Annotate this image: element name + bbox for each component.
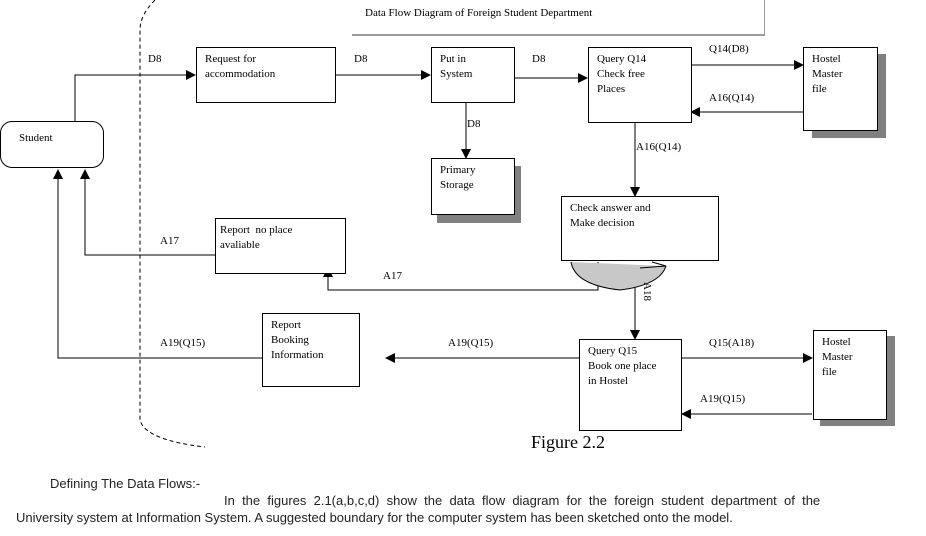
flow-label: A17 xyxy=(160,235,179,247)
flow-label: D8 xyxy=(467,118,481,130)
node-line: Check free xyxy=(597,68,645,80)
flow-check-to-report-no-place xyxy=(323,262,599,291)
store-hostel-master-file-1: Hostel Master file xyxy=(803,47,878,131)
node-line: Booking xyxy=(271,334,309,346)
node-line: Check answer and xyxy=(570,202,651,214)
flow-label: A17 xyxy=(383,270,402,282)
node-line: Places xyxy=(597,83,626,95)
process-check-answer: Check answer and Make decision xyxy=(561,196,719,261)
student-label: Student xyxy=(19,132,53,144)
node-line: Master xyxy=(812,68,843,80)
node-line: Put in xyxy=(440,53,466,65)
process-query-q15: Query Q15 Book one place in Hostel xyxy=(579,339,682,431)
node-line: in Hostel xyxy=(588,375,629,387)
node-line: Make decision xyxy=(570,217,635,229)
flow-label: A19(Q15) xyxy=(160,337,206,349)
entity-student: Student xyxy=(0,121,104,168)
node-line: Master xyxy=(822,351,853,363)
process-query-q14: Query Q14 Check free Places xyxy=(588,47,692,123)
node-line: System xyxy=(440,68,473,80)
node-line: Request for xyxy=(205,53,257,65)
node-line: Query Q14 xyxy=(597,53,647,65)
node-line: accommodation xyxy=(205,68,276,80)
node-line: Storage xyxy=(440,179,474,191)
paragraph-line-2: University system at Information System.… xyxy=(16,510,733,525)
flow-report-no-place-to-student xyxy=(80,169,215,256)
flow-label: A16(Q14) xyxy=(709,92,755,104)
flow-label: D8 xyxy=(532,53,546,65)
process-report-booking: Report Booking Information xyxy=(262,313,360,387)
node-line: Information xyxy=(271,349,324,361)
node-line: Report xyxy=(271,319,301,331)
flow-label: A18 xyxy=(641,282,653,301)
figure-caption: Figure 2.2 xyxy=(531,432,605,452)
node-line: Query Q15 xyxy=(588,345,638,357)
flow-label: A19(Q15) xyxy=(700,393,746,405)
store-hostel-master-file-2: Hostel Master file xyxy=(813,330,887,420)
process-report-no-place: Report no place avaliable xyxy=(215,218,346,274)
node-line: Report no place xyxy=(220,224,293,236)
node-line: Primary xyxy=(440,164,476,176)
node-line: Book one place xyxy=(588,360,657,372)
process-request-accommodation: Request for accommodation xyxy=(196,47,336,103)
process-put-in-system: Put in System xyxy=(431,47,515,103)
node-line: avaliable xyxy=(220,239,260,251)
section-heading: Defining The Data Flows:- xyxy=(50,476,201,491)
flow-label: Q14(D8) xyxy=(709,43,749,55)
store-primary-storage: Primary Storage xyxy=(431,158,515,215)
node-line: Hostel xyxy=(812,53,841,65)
data-flow-diagram: Data Flow Diagram of Foreign Student Dep… xyxy=(0,0,926,536)
flow-label: Q15(A18) xyxy=(709,337,755,349)
node-line: Hostel xyxy=(822,336,851,348)
flow-label: A19(Q15) xyxy=(448,337,494,349)
flow-label: D8 xyxy=(148,53,162,65)
flow-student-to-request xyxy=(74,70,196,121)
node-line: file xyxy=(812,83,827,95)
node-line: file xyxy=(822,366,837,378)
flow-label: A16(Q14) xyxy=(636,141,682,153)
paragraph-line-1: In the figures 2.1(a,b,c,d) show the dat… xyxy=(224,493,821,508)
flow-label: D8 xyxy=(354,53,368,65)
